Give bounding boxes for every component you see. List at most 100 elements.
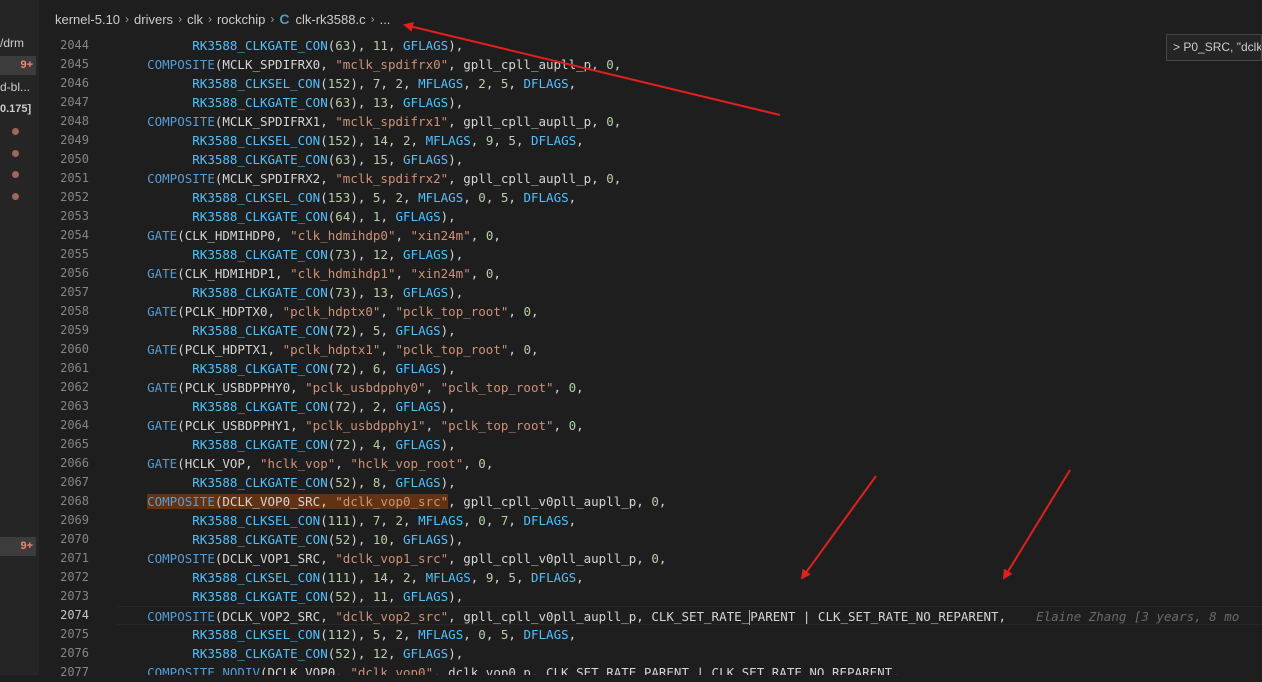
code-line[interactable]: RK3588_CLKGATE_CON(63), 13, GFLAGS), <box>117 93 1262 112</box>
code-token: RK3588_CLKSEL_CON <box>192 570 321 585</box>
code-token: ( <box>320 627 328 642</box>
breadcrumb-more[interactable]: ... <box>380 12 391 27</box>
code-token: GFLAGS <box>403 152 449 167</box>
code-line[interactable]: RK3588_CLKSEL_CON(112), 5, 2, MFLAGS, 0,… <box>117 625 1262 644</box>
code-token: 0 <box>606 171 614 186</box>
code-line[interactable]: GATE(PCLK_HDPTX1, "pclk_hdptx1", "pclk_t… <box>117 340 1262 359</box>
code-token: ), <box>448 532 464 547</box>
code-line[interactable]: GATE(CLK_HDMIHDP1, "clk_hdmihdp1", "xin2… <box>117 264 1262 283</box>
code-line[interactable]: RK3588_CLKSEL_CON(111), 14, 2, MFLAGS, 9… <box>117 568 1262 587</box>
problems-badge: 9+ <box>0 56 36 75</box>
code-line[interactable]: RK3588_CLKGATE_CON(72), 6, GFLAGS), <box>117 359 1262 378</box>
code-line[interactable]: RK3588_CLKGATE_CON(64), 1, GFLAGS), <box>117 207 1262 226</box>
code-line[interactable]: RK3588_CLKSEL_CON(152), 7, 2, MFLAGS, 2,… <box>117 74 1262 93</box>
git-blame-annotation: Elaine Zhang [3 years, 8 mo <box>1036 609 1240 624</box>
code-token: 0 <box>478 456 486 471</box>
code-line-active[interactable]: COMPOSITE(DCLK_VOP2_SRC, "dclk_vop2_src"… <box>117 606 1262 625</box>
code-token: , <box>568 513 577 528</box>
code-token: GATE <box>147 380 178 395</box>
code-token: , <box>576 418 584 433</box>
line-number: 2077 <box>60 665 89 679</box>
code-token: COMPOSITE <box>147 114 215 129</box>
code-line[interactable]: COMPOSITE(DCLK_VOP1_SRC, "dclk_vop1_src"… <box>117 549 1262 568</box>
code-line[interactable]: COMPOSITE_NODIV(DCLK_VOP0, "dclk_vop0", … <box>117 663 1262 675</box>
code-token: ), <box>350 646 373 661</box>
line-number-gutter: 2044 2045 2046 2047 2048 2049 2050 2051 2052 2053… <box>39 36 117 679</box>
code-token: , <box>658 551 667 566</box>
code-token: , <box>553 418 569 433</box>
code-token: , <box>493 266 501 281</box>
code-line[interactable]: RK3588_CLKGATE_CON(72), 2, GFLAGS), <box>117 397 1262 416</box>
code-line[interactable]: GATE(HCLK_VOP, "hclk_vop", "hclk_vop_roo… <box>117 454 1262 473</box>
code-token: (DCLK_VOP0_SRC, <box>214 494 336 509</box>
code-token: 2 <box>403 133 411 148</box>
line-number: 2068 <box>60 494 89 508</box>
code-line[interactable]: RK3588_CLKGATE_CON(63), 15, GFLAGS), <box>117 150 1262 169</box>
code-line[interactable]: RK3588_CLKGATE_CON(52), 12, GFLAGS), <box>117 644 1262 663</box>
item-fragment[interactable]: d-bl... <box>0 80 30 94</box>
code-token: "hclk_vop_root" <box>350 456 464 471</box>
code-line[interactable]: RK3588_CLKSEL_CON(152), 14, 2, MFLAGS, 9… <box>117 131 1262 150</box>
code-line[interactable]: COMPOSITE(MCLK_SPDIFRX2, "mclk_spdifrx2"… <box>117 169 1262 188</box>
code-line[interactable]: GATE(PCLK_USBDPPHY0, "pclk_usbdpphy0", "… <box>117 378 1262 397</box>
breadcrumb-item[interactable]: kernel-5.10 <box>55 12 120 27</box>
code-token: DFLAGS <box>531 570 577 585</box>
code-token: "pclk_top_root" <box>440 418 554 433</box>
code-line[interactable]: RK3588_CLKGATE_CON(73), 12, GFLAGS), <box>117 245 1262 264</box>
code-token: "clk_hdmihdp1" <box>290 266 396 281</box>
code-token: , <box>403 190 419 205</box>
code-token: , <box>508 304 524 319</box>
code-token: (DCLK_VOP0, <box>260 665 351 675</box>
code-token: , <box>380 304 396 319</box>
code-token: , <box>515 570 532 585</box>
code-token: RK3588_CLKGATE_CON <box>192 95 328 110</box>
code-token: , <box>613 57 622 72</box>
sticky-scroll-widget[interactable]: > P0_SRC, "dclk <box>1166 34 1262 61</box>
code-line[interactable]: COMPOSITE(DCLK_VOP0_SRC, "dclk_vop0_src"… <box>117 492 1262 511</box>
code-token: ), <box>350 323 373 338</box>
sticky-scroll-text: P0_SRC, "dclk <box>1183 40 1262 54</box>
line-number: 2071 <box>60 551 89 565</box>
code-line[interactable]: RK3588_CLKGATE_CON(52), 8, GFLAGS), <box>117 473 1262 492</box>
breadcrumb-item[interactable]: clk <box>187 12 203 27</box>
code-token: ), <box>350 152 373 167</box>
code-line[interactable]: RK3588_CLKGATE_CON(73), 13, GFLAGS), <box>117 283 1262 302</box>
code-line[interactable]: RK3588_CLKSEL_CON(111), 7, 2, MFLAGS, 0,… <box>117 511 1262 530</box>
code-line[interactable]: GATE(PCLK_USBDPPHY1, "pclk_usbdpphy1", "… <box>117 416 1262 435</box>
code-line[interactable]: GATE(PCLK_HDPTX0, "pclk_hdptx0", "pclk_t… <box>117 302 1262 321</box>
code-token: GATE <box>147 228 178 243</box>
code-line[interactable]: RK3588_CLKGATE_CON(72), 4, GFLAGS), <box>117 435 1262 454</box>
breadcrumb-item[interactable]: rockchip <box>217 12 265 27</box>
code-token: DFLAGS <box>523 513 569 528</box>
code-token: "dclk_vop0_src" <box>335 494 449 509</box>
code-line[interactable]: GATE(CLK_HDMIHDP0, "clk_hdmihdp0", "xin2… <box>117 226 1262 245</box>
code-token: 11 <box>372 38 388 53</box>
code-token: "pclk_usbdpphy1" <box>305 418 426 433</box>
code-line[interactable]: RK3588_CLKGATE_CON(63), 11, GFLAGS), <box>117 36 1262 55</box>
code-token: (MCLK_SPDIFRX2, <box>214 171 336 186</box>
code-token: COMPOSITE_NODIV <box>147 665 260 675</box>
code-token: ), <box>440 437 456 452</box>
code-token: ), <box>350 532 373 547</box>
code-token: ), <box>350 513 373 528</box>
code-token: "pclk_hdptx1" <box>282 342 381 357</box>
code-line[interactable]: COMPOSITE(MCLK_SPDIFRX1, "mclk_spdifrx1"… <box>117 112 1262 131</box>
code-line[interactable]: COMPOSITE(MCLK_SPDIFRX0, "mclk_spdifrx0"… <box>117 55 1262 74</box>
code-editor[interactable]: RK3588_CLKGATE_CON(63), 11, GFLAGS), COM… <box>117 36 1262 675</box>
code-line[interactable]: RK3588_CLKGATE_CON(52), 10, GFLAGS), <box>117 530 1262 549</box>
code-line[interactable]: RK3588_CLKSEL_CON(153), 5, 2, MFLAGS, 0,… <box>117 188 1262 207</box>
code-token: 12 <box>372 247 388 262</box>
code-token: ), <box>350 209 373 224</box>
breadcrumb-item[interactable]: drivers <box>134 12 173 27</box>
code-token: , <box>553 380 569 395</box>
code-line[interactable]: RK3588_CLKGATE_CON(52), 11, GFLAGS), <box>117 587 1262 606</box>
code-token: GFLAGS <box>395 361 441 376</box>
code-line[interactable]: RK3588_CLKGATE_CON(72), 5, GFLAGS), <box>117 321 1262 340</box>
code-token: , <box>387 133 404 148</box>
code-token: GFLAGS <box>403 646 449 661</box>
breadcrumb-file[interactable]: clk-rk3588.c <box>296 12 366 27</box>
